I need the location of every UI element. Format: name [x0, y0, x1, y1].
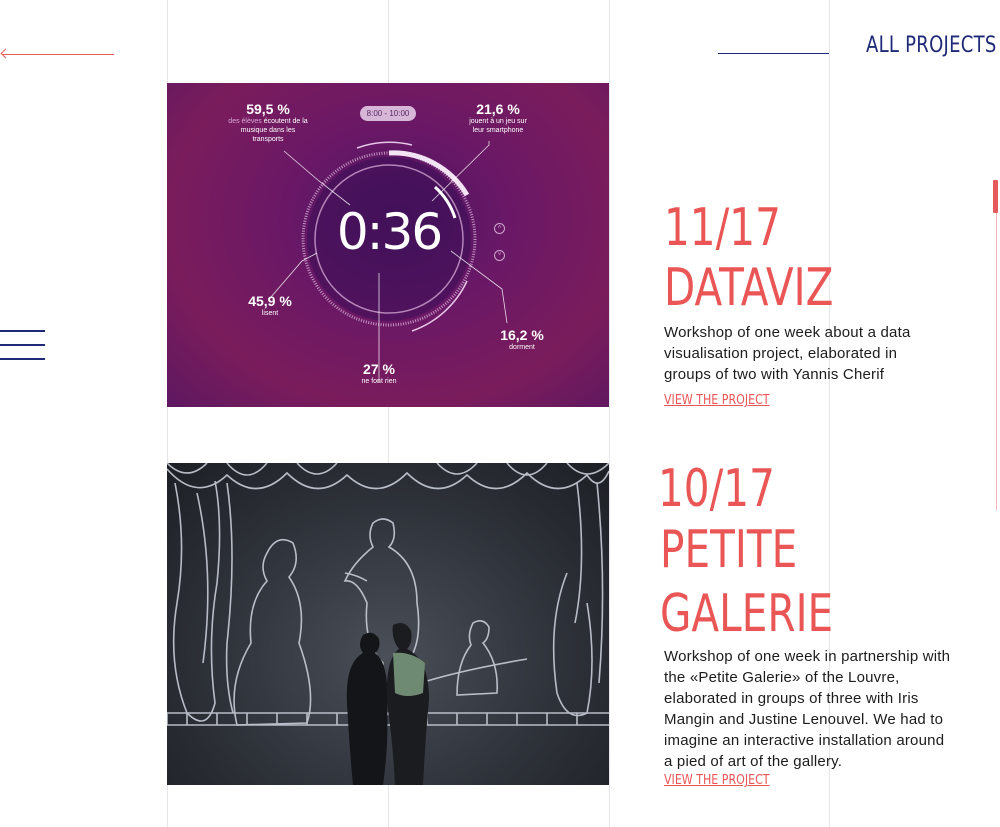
- stat-reading: 45,9 % lisent: [227, 293, 313, 318]
- all-projects-link[interactable]: ALL PROJECTS: [866, 33, 997, 58]
- project-number: 10/17: [658, 459, 775, 519]
- project-number: 11/17: [664, 198, 781, 258]
- visitors-silhouette: [346, 623, 429, 785]
- back-arrow-head: [0, 48, 11, 59]
- stat-caption: ne font rien: [361, 378, 397, 385]
- stat-nothing: 27 % ne font rien: [339, 361, 419, 386]
- petite-galerie-project-image[interactable]: [167, 463, 609, 785]
- project-title: DATAVIZ: [664, 258, 834, 318]
- stat-percentage: 27 %: [363, 361, 395, 377]
- timer-display: 0:36: [336, 203, 443, 261]
- project-description: Workshop of one week in partnership with…: [664, 648, 951, 770]
- dataviz-project-image[interactable]: 8:00 - 10:00 59,5 % des élèves écoutent …: [167, 83, 609, 407]
- stat-percentage: 21,6 %: [476, 101, 520, 117]
- stat-caption: jouent à un jeu sur leur smartphone: [469, 118, 527, 134]
- stat-caption: dorment: [509, 344, 535, 351]
- view-project-link[interactable]: VIEW THE PROJECT: [664, 773, 770, 788]
- project-title-line1: PETITE: [660, 520, 798, 580]
- menu-bar: [0, 344, 45, 346]
- stat-games: 21,6 % jouent à un jeu sur leur smartpho…: [463, 101, 533, 135]
- stat-caption-highlight: des élèves: [228, 118, 262, 125]
- back-arrow-icon[interactable]: [0, 47, 114, 61]
- stat-caption: des élèves écoutent de la musique dans l…: [225, 117, 311, 144]
- stat-percentage: 16,2 %: [500, 327, 544, 343]
- time-range-pill: 8:00 - 10:00: [360, 106, 416, 121]
- menu-bar: [0, 330, 45, 332]
- stat-sleeping: 16,2 % dorment: [477, 327, 567, 352]
- petite-galerie-graphic: [167, 463, 609, 785]
- header-divider: [718, 53, 829, 54]
- stat-percentage: 59,5 %: [246, 101, 290, 117]
- stat-percentage: 45,9 %: [248, 293, 292, 309]
- chevron-up-icon[interactable]: ˄: [494, 223, 505, 234]
- menu-bar: [0, 358, 45, 360]
- scrollbar-thumb[interactable]: [993, 180, 998, 213]
- back-arrow-line: [2, 54, 114, 55]
- grid-line: [609, 0, 610, 827]
- view-project-link[interactable]: VIEW THE PROJECT: [664, 393, 770, 408]
- scrollbar-track[interactable]: [996, 180, 997, 510]
- project-description: Workshop of one week about a data visual…: [664, 324, 911, 383]
- menu-icon[interactable]: [0, 330, 46, 362]
- project-title-line2: GALERIE: [660, 584, 834, 644]
- stat-music: 59,5 % des élèves écoutent de la musique…: [225, 101, 311, 144]
- chevron-down-icon[interactable]: ˅: [494, 250, 505, 261]
- stat-caption: lisent: [261, 310, 279, 317]
